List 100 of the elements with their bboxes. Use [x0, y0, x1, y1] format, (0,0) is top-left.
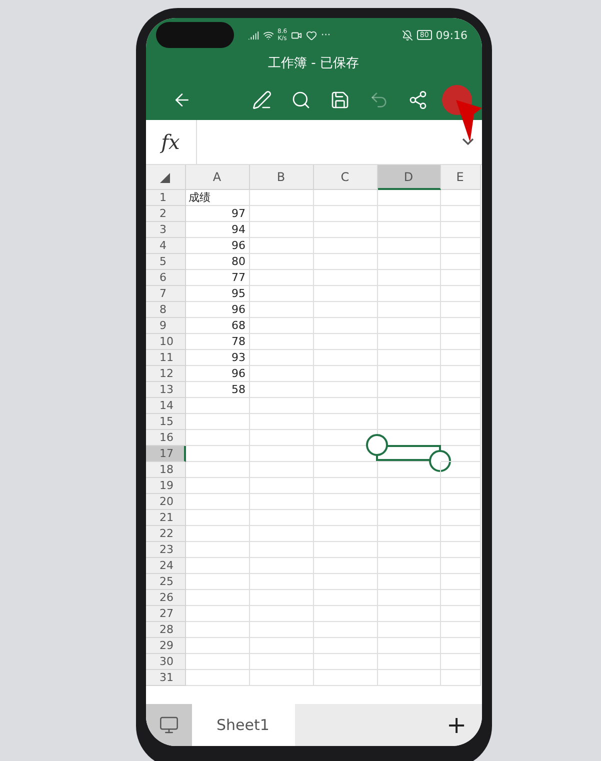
row-header[interactable]: 21	[146, 510, 186, 526]
sheets-view-button[interactable]	[146, 704, 192, 746]
sheet-tab[interactable]: Sheet1	[192, 704, 294, 746]
table-cell: 成绩	[186, 190, 250, 206]
table-cell	[378, 286, 440, 302]
row-header[interactable]: 13	[146, 382, 186, 398]
row-header[interactable]: 10	[146, 334, 186, 350]
row-header[interactable]: 24	[146, 558, 186, 574]
selection-handle[interactable]	[428, 450, 450, 472]
table-cell	[440, 414, 480, 430]
table-cell	[440, 494, 480, 510]
row-header[interactable]: 14	[146, 398, 186, 414]
table-cell	[378, 238, 440, 254]
row-header[interactable]: 16	[146, 430, 186, 446]
table-cell	[186, 478, 250, 494]
row-header[interactable]: 2	[146, 206, 186, 222]
table-cell	[440, 270, 480, 286]
select-all-corner[interactable]	[146, 165, 186, 190]
table-cell	[314, 382, 378, 398]
table-cell	[378, 318, 440, 334]
table-cell	[378, 654, 440, 670]
table-cell	[186, 606, 250, 622]
row-header[interactable]: 30	[146, 654, 186, 670]
table-cell	[250, 206, 314, 222]
table-cell	[440, 430, 480, 446]
table-cell	[250, 382, 314, 398]
table-cell	[440, 510, 480, 526]
row-header[interactable]: 11	[146, 350, 186, 366]
row-header[interactable]: 1	[146, 190, 186, 206]
add-sheet-button[interactable]: +	[432, 704, 482, 746]
share-icon	[408, 90, 428, 110]
table-cell	[440, 254, 480, 270]
table-cell	[378, 510, 440, 526]
row-header[interactable]: 8	[146, 302, 186, 318]
row-header[interactable]: 18	[146, 462, 186, 478]
table-cell	[186, 510, 250, 526]
table-cell: 68	[186, 318, 250, 334]
row-header[interactable]: 29	[146, 638, 186, 654]
row-header[interactable]: 19	[146, 478, 186, 494]
status-more: ···	[321, 30, 331, 40]
row-header[interactable]: 23	[146, 542, 186, 558]
row-header[interactable]: 17	[146, 446, 186, 462]
table-cell	[250, 222, 314, 238]
column-header[interactable]: E	[440, 165, 480, 190]
table-cell	[186, 574, 250, 590]
table-cell	[440, 542, 480, 558]
selection-handle[interactable]	[366, 434, 388, 456]
table-cell: 96	[186, 302, 250, 318]
table-cell	[440, 318, 480, 334]
table-cell	[440, 302, 480, 318]
row-header[interactable]: 31	[146, 670, 186, 686]
table-cell	[378, 382, 440, 398]
table-cell	[314, 334, 378, 350]
table-cell	[186, 670, 250, 686]
function-label[interactable]: fx	[146, 120, 196, 164]
table-cell	[378, 334, 440, 350]
table-cell	[378, 254, 440, 270]
column-header[interactable]: A	[186, 165, 250, 190]
table-cell	[440, 350, 480, 366]
table-cell	[250, 398, 314, 414]
table-cell	[440, 654, 480, 670]
row-header[interactable]: 28	[146, 622, 186, 638]
table-cell	[250, 478, 314, 494]
table-cell	[440, 526, 480, 542]
column-header[interactable]: C	[314, 165, 378, 190]
row-header[interactable]: 4	[146, 238, 186, 254]
table-cell: 80	[186, 254, 250, 270]
table-cell: 97	[186, 206, 250, 222]
row-header[interactable]: 3	[146, 222, 186, 238]
row-header[interactable]: 22	[146, 526, 186, 542]
table-cell	[440, 206, 480, 222]
row-header[interactable]: 7	[146, 286, 186, 302]
table-cell	[314, 254, 378, 270]
table-cell	[378, 462, 440, 478]
table-cell	[378, 222, 440, 238]
row-header[interactable]: 27	[146, 606, 186, 622]
row-header[interactable]: 9	[146, 318, 186, 334]
table-cell	[314, 606, 378, 622]
table-cell	[378, 190, 440, 206]
table-cell: 93	[186, 350, 250, 366]
table-cell: 78	[186, 334, 250, 350]
row-header[interactable]: 6	[146, 270, 186, 286]
row-header[interactable]: 25	[146, 574, 186, 590]
table-cell	[186, 446, 250, 462]
table-cell	[250, 558, 314, 574]
row-header[interactable]: 26	[146, 590, 186, 606]
row-header[interactable]: 15	[146, 414, 186, 430]
table-cell	[378, 206, 440, 222]
column-header[interactable]: B	[250, 165, 314, 190]
row-header[interactable]: 5	[146, 254, 186, 270]
table-cell	[378, 366, 440, 382]
table-cell	[250, 334, 314, 350]
row-header[interactable]: 12	[146, 366, 186, 382]
column-header[interactable]: D	[378, 165, 440, 190]
table-cell	[440, 286, 480, 302]
table-cell	[186, 542, 250, 558]
table-cell	[378, 302, 440, 318]
row-header[interactable]: 20	[146, 494, 186, 510]
pointer-arrow-icon	[456, 100, 482, 142]
table-cell	[186, 558, 250, 574]
